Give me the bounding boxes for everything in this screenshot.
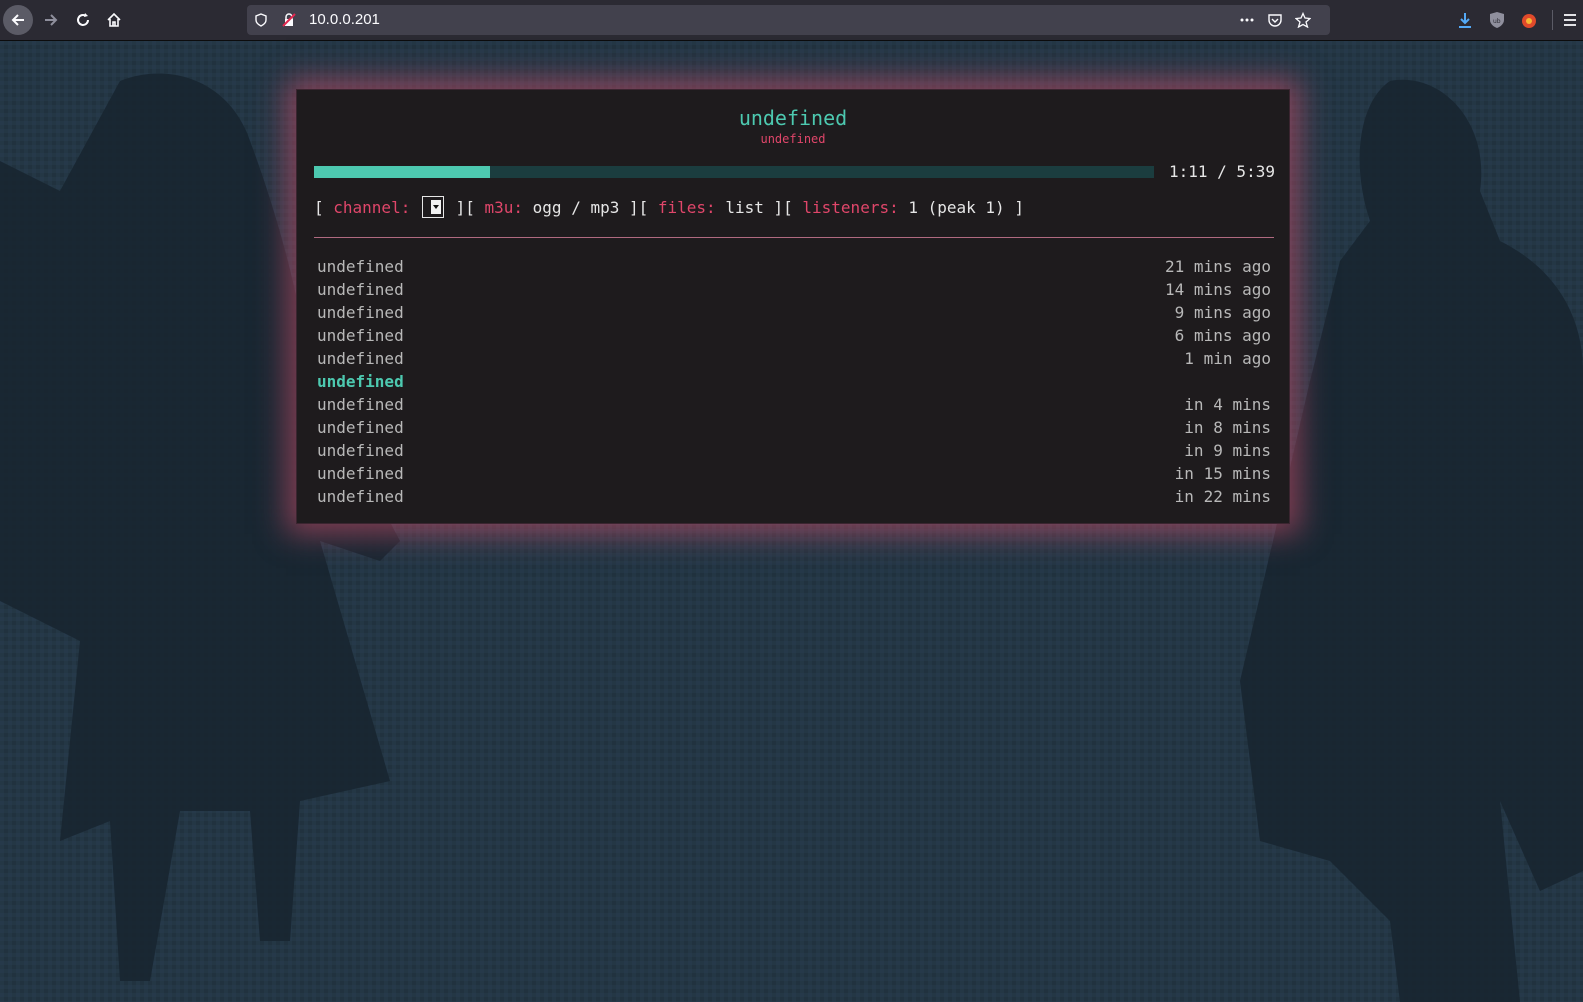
home-icon: [107, 12, 121, 27]
channel-select[interactable]: [421, 196, 444, 218]
browser-toolbar: 10.0.0.201 ub: [0, 0, 1583, 41]
home-button[interactable]: [99, 5, 129, 35]
list-item: undefined in 22 mins: [317, 485, 1271, 508]
progress-fill: [314, 166, 491, 178]
list-item: undefined 21 mins ago: [317, 255, 1271, 278]
track-title: undefined: [317, 464, 404, 483]
track-title: undefined: [317, 303, 404, 322]
playback-time: 1:11 / 5:39: [1169, 162, 1275, 181]
m3u-label: m3u:: [484, 197, 524, 217]
reload-button[interactable]: [68, 5, 98, 35]
track-title: undefined: [317, 395, 404, 414]
list-item: undefined in 4 mins: [317, 393, 1271, 416]
list-item: undefined 9 mins ago: [317, 301, 1271, 324]
forward-button[interactable]: [36, 5, 66, 35]
info-bar: [ channel: ][ m3u: ogg / mp3 ][ files: l…: [314, 196, 1024, 218]
now-playing-title: undefined: [738, 106, 848, 130]
listeners-label: listeners:: [802, 197, 899, 217]
track-title: undefined: [317, 349, 404, 368]
files-list-link[interactable]: list: [716, 198, 764, 217]
track-time: in 22 mins: [1174, 487, 1271, 506]
track-title: undefined: [317, 372, 404, 391]
track-time: 6 mins ago: [1174, 326, 1271, 345]
back-button[interactable]: [3, 5, 33, 35]
track-time: in 15 mins: [1174, 464, 1271, 483]
player-panel: undefined undefined 1:11 / 5:39 [ channe…: [296, 89, 1290, 524]
track-time: 14 mins ago: [1165, 280, 1271, 299]
list-item: undefined in 9 mins: [317, 439, 1271, 462]
separator: ][: [619, 197, 658, 217]
now-playing-artist: undefined: [760, 132, 826, 146]
track-time: in 4 mins: [1184, 395, 1271, 414]
track-time: in 9 mins: [1184, 441, 1271, 460]
track-time: 1 min ago: [1184, 349, 1271, 368]
url-text[interactable]: 10.0.0.201: [309, 11, 380, 28]
track-title: undefined: [317, 280, 404, 299]
ublock-shield-icon[interactable]: ub: [1488, 11, 1506, 29]
bracket-close: ]: [1004, 197, 1024, 217]
channel-label: channel:: [333, 197, 411, 217]
extension-icon[interactable]: [1520, 11, 1538, 29]
divider: [314, 237, 1274, 238]
list-item: undefined 14 mins ago: [317, 278, 1271, 301]
pocket-icon[interactable]: [1267, 12, 1283, 28]
bracket-open: [: [314, 197, 334, 217]
more-actions-icon[interactable]: [1239, 12, 1255, 28]
forward-arrow-icon: [45, 14, 58, 26]
separator: ][: [763, 197, 803, 217]
back-arrow-icon: [11, 14, 24, 26]
track-title: undefined: [317, 257, 404, 276]
chevron-down-icon: [430, 200, 441, 214]
progress-bar[interactable]: [314, 166, 1154, 178]
list-item: undefined in 15 mins: [317, 462, 1271, 485]
listeners-count: 1 (peak 1): [898, 197, 1005, 217]
list-item: undefined 6 mins ago: [317, 324, 1271, 347]
address-bar[interactable]: 10.0.0.201: [247, 5, 1330, 35]
download-icon[interactable]: [1456, 11, 1474, 29]
list-item: undefined 1 min ago: [317, 347, 1271, 370]
svg-text:ub: ub: [1493, 18, 1501, 25]
track-title: undefined: [317, 418, 404, 437]
insecure-lock-icon[interactable]: [281, 12, 297, 28]
list-item: undefined in 8 mins: [317, 416, 1271, 439]
track-title: undefined: [317, 487, 404, 506]
current-track: undefined: [317, 370, 1271, 393]
reload-icon: [77, 13, 89, 26]
m3u-links[interactable]: ogg / mp3: [523, 198, 620, 217]
files-label: files:: [657, 197, 716, 217]
track-time: in 8 mins: [1184, 418, 1271, 437]
separator: ][: [445, 197, 485, 217]
track-list: undefined 21 mins ago undefined 14 mins ag…: [317, 255, 1271, 508]
track-time: 21 mins ago: [1165, 257, 1271, 276]
track-title: undefined: [317, 441, 404, 460]
track-time: 9 mins ago: [1174, 303, 1271, 322]
shield-icon[interactable]: [253, 12, 269, 28]
bookmark-star-icon[interactable]: [1295, 12, 1311, 28]
toolbar-separator: [1552, 10, 1553, 30]
hamburger-menu-icon[interactable]: [1561, 11, 1579, 29]
track-title: undefined: [317, 326, 404, 345]
